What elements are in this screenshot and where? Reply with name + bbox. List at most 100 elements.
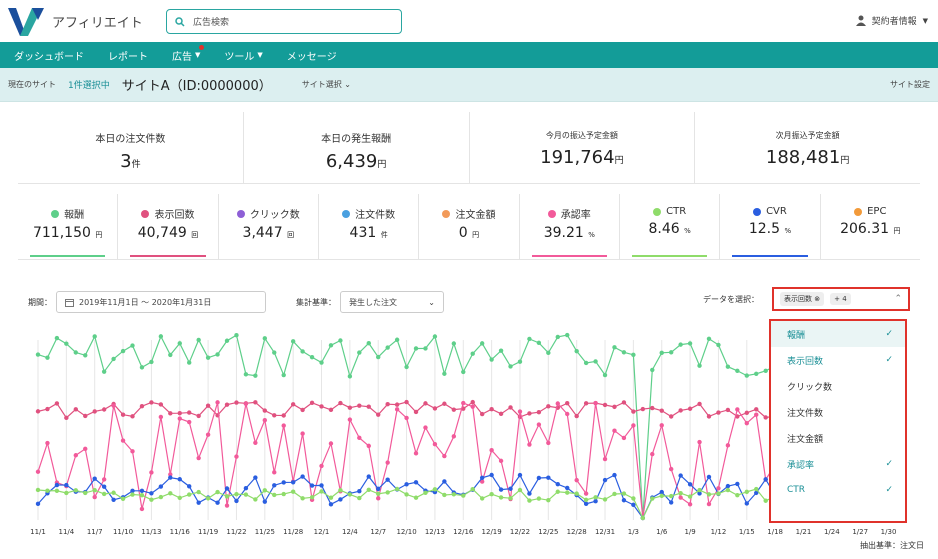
series-point: [149, 400, 154, 405]
series-point: [744, 501, 749, 506]
series-point: [243, 401, 249, 407]
series-point: [224, 338, 230, 343]
selected-count-link[interactable]: 1件選択中: [68, 78, 110, 91]
series-point: [215, 400, 220, 405]
metric-tab[interactable]: クリック数 3,447 回: [219, 194, 319, 259]
brand-logo-icon[interactable]: [6, 6, 46, 38]
series-point: [697, 363, 702, 368]
metric-unit: 回: [287, 231, 295, 239]
menu-item[interactable]: 注文件数: [771, 399, 905, 425]
series-point: [593, 359, 598, 364]
menu-item[interactable]: 承認率 ✓: [771, 451, 905, 477]
search-input[interactable]: 広告検索: [193, 15, 229, 28]
series-point: [612, 404, 617, 410]
metric-active-bar: [732, 255, 808, 257]
basis-control: 集計基準： 発生した注文 ⌄: [296, 291, 444, 313]
series-point: [394, 407, 400, 412]
series-point: [461, 493, 466, 498]
selected-chip[interactable]: 表示回数 ⊗: [780, 292, 825, 306]
nav-ads[interactable]: 広告 ▼: [172, 44, 204, 63]
series-point: [177, 410, 182, 416]
menu-item[interactable]: CTR ✓: [771, 477, 905, 503]
series-point: [423, 346, 428, 351]
period-date-range[interactable]: 2019年11月1日 〜 2020年1月31日: [56, 291, 266, 313]
series-point: [716, 342, 721, 348]
series-point: [735, 493, 740, 498]
series-point: [92, 488, 97, 493]
series-point: [413, 451, 419, 456]
series-point: [224, 486, 230, 491]
series-point: [517, 472, 523, 478]
menu-item[interactable]: 注文金額: [771, 425, 905, 451]
series-point: [555, 489, 560, 494]
metric-dot-icon: [51, 209, 60, 218]
metric-label: CTR: [666, 206, 687, 217]
metric-label: 注文件数: [355, 210, 396, 221]
metric-tab[interactable]: 表示回数 40,749 回: [118, 194, 219, 259]
series-point: [120, 348, 126, 354]
series-point: [697, 401, 702, 407]
search-box[interactable]: 広告検索: [166, 9, 402, 34]
x-tick-label: 1/30: [881, 528, 897, 536]
nav-report[interactable]: レポート: [108, 48, 148, 63]
series-point: [224, 503, 230, 508]
basis-select[interactable]: 発生した注文 ⌄: [340, 291, 444, 313]
series-point: [92, 476, 97, 481]
metric-tab[interactable]: CTR 8.46 %: [620, 194, 721, 259]
metric-unit: %: [784, 227, 792, 235]
series-point: [54, 335, 60, 341]
series-point: [668, 414, 674, 419]
series-point: [621, 350, 627, 355]
menu-item[interactable]: クリック数: [771, 373, 905, 399]
chevron-up-icon[interactable]: ⌃: [894, 294, 902, 304]
series-point: [92, 409, 97, 414]
metric-tab[interactable]: 承認率 39.21 %: [520, 194, 620, 259]
series-point: [130, 492, 135, 497]
nav-label: ツール: [224, 51, 255, 63]
series-point: [319, 404, 324, 409]
nav-messages[interactable]: メッセージ: [287, 48, 337, 63]
series-point: [281, 413, 286, 418]
account-menu[interactable]: 契約者情報 ▼: [855, 14, 928, 27]
nav-label: ダッシュボード: [14, 51, 84, 63]
summary-value: 3: [120, 151, 132, 172]
series-point: [527, 336, 532, 342]
series-point: [385, 401, 390, 407]
summary-card: 本日の発生報酬 6,439円: [244, 112, 470, 183]
site-select-dropdown[interactable]: サイト選択 ⌄: [302, 79, 351, 90]
series-point: [376, 412, 381, 417]
series-point: [234, 491, 239, 497]
metric-tab[interactable]: 報酬 711,150 円: [18, 194, 119, 259]
series-point: [517, 359, 523, 364]
series-point: [45, 355, 50, 360]
data-select-dropdown[interactable]: 表示回数 ⊗ + 4 ⌃: [772, 287, 910, 311]
metric-tab[interactable]: 注文金額 0 円: [419, 194, 520, 259]
more-chip: + 4: [830, 293, 851, 305]
metric-label: 表示回数: [154, 210, 195, 221]
caret-down-icon: ▼: [922, 16, 928, 25]
site-settings-link[interactable]: サイト設定: [890, 79, 930, 90]
series-point: [92, 494, 97, 500]
x-tick-label: 1/15: [739, 528, 755, 536]
series-point: [357, 489, 362, 494]
series-point: [234, 454, 239, 459]
metric-dot-icon: [854, 207, 863, 216]
metric-tab[interactable]: EPC 206.31 円: [821, 194, 920, 259]
nav-dashboard[interactable]: ダッシュボード: [14, 48, 84, 63]
series-point: [196, 337, 201, 343]
menu-item[interactable]: 表示回数 ✓: [771, 347, 905, 373]
nav-tools[interactable]: ツール ▼: [224, 48, 262, 63]
series-point: [706, 492, 712, 497]
data-select-menu: 報酬 ✓ 表示回数 ✓ クリック数 注文件数 注文金額 承認率 ✓ CTR ✓: [769, 319, 907, 523]
series-point: [177, 416, 182, 421]
series-point: [111, 356, 116, 362]
metric-label: 注文金額: [455, 210, 496, 221]
series-point: [536, 340, 542, 346]
series-point: [678, 495, 683, 500]
menu-item[interactable]: 報酬 ✓: [771, 321, 905, 347]
close-icon[interactable]: ⊗: [814, 295, 820, 303]
metric-tab[interactable]: CVR 12.5 %: [720, 194, 821, 259]
metric-label-row: 表示回数: [118, 206, 217, 221]
series-point: [83, 490, 88, 496]
metric-tab[interactable]: 注文件数 431 件: [319, 194, 420, 259]
